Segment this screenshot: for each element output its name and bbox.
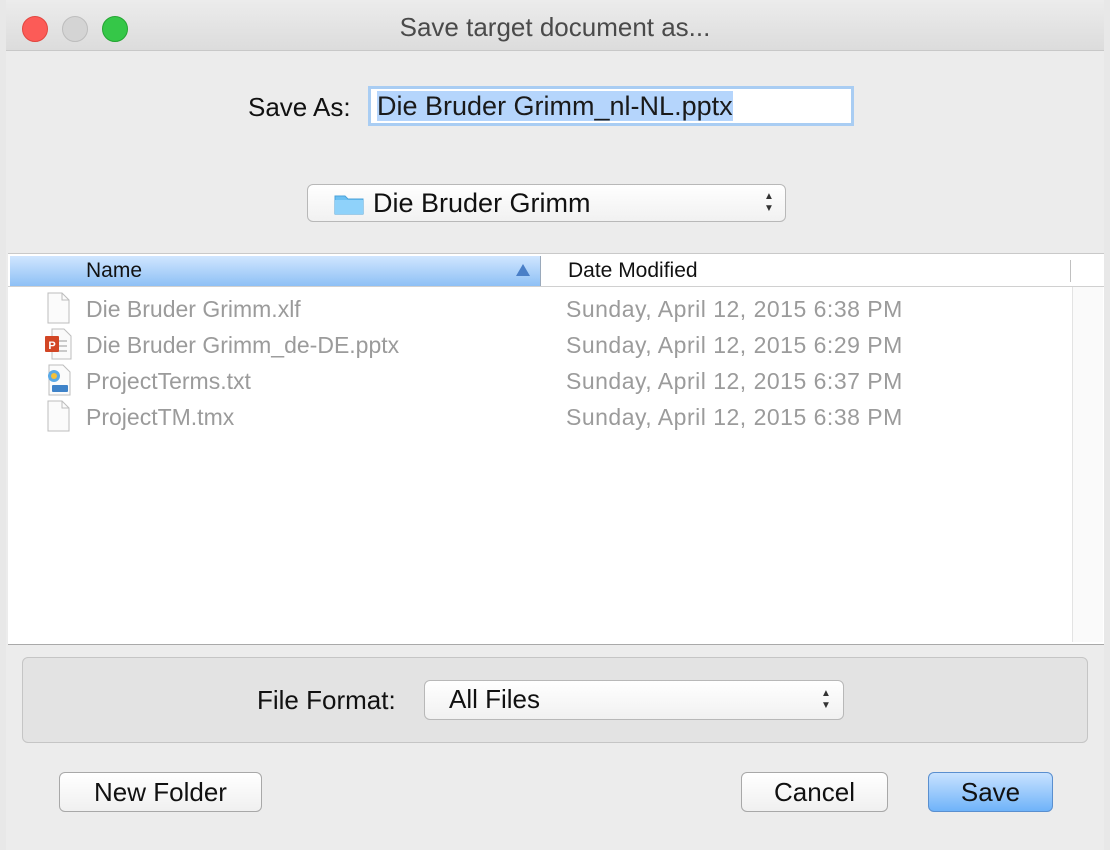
new-folder-button[interactable]: New Folder <box>59 772 262 812</box>
sort-ascending-icon <box>516 264 530 276</box>
column-header-name[interactable]: Name <box>10 256 541 286</box>
file-format-panel: File Format: All Files ▲ ▼ <box>22 657 1088 743</box>
file-browser-table: Name Date Modified Die Bruder Grimm.xlf … <box>8 253 1104 645</box>
table-row[interactable]: ProjectTerms.txt Sunday, April 12, 2015 … <box>8 364 1068 400</box>
save-as-filename-input[interactable]: Die Bruder Grimm_nl-NL.pptx <box>368 86 854 126</box>
chevron-up-icon: ▲ <box>764 191 774 202</box>
chevron-down-icon: ▼ <box>821 700 831 711</box>
file-format-value: All Files <box>449 684 541 714</box>
table-row[interactable]: P Die Bruder Grimm_de-DE.pptx Sunday, Ap… <box>8 328 1068 364</box>
column-header-date-label: Date Modified <box>568 259 698 282</box>
table-row[interactable]: Die Bruder Grimm.xlf Sunday, April 12, 2… <box>8 292 1068 328</box>
file-date: Sunday, April 12, 2015 6:37 PM <box>566 368 903 394</box>
title-bar: Save target document as... <box>6 0 1104 51</box>
column-divider <box>1070 260 1071 282</box>
table-header: Name Date Modified <box>8 256 1104 287</box>
file-format-select[interactable]: All Files ▲ ▼ <box>424 680 844 720</box>
column-header-name-label: Name <box>86 259 143 282</box>
svg-text:P: P <box>48 340 55 352</box>
folder-icon <box>334 195 364 215</box>
location-folder-name: Die Bruder Grimm <box>373 188 591 218</box>
document-icon <box>47 400 70 432</box>
save-dialog: Save target document as... Save As: Die … <box>6 0 1104 850</box>
file-date: Sunday, April 12, 2015 6:38 PM <box>566 404 903 430</box>
file-date: Sunday, April 12, 2015 6:38 PM <box>566 296 903 322</box>
powerpoint-icon: P <box>45 328 72 360</box>
file-format-label: File Format: <box>257 685 396 715</box>
save-button[interactable]: Save <box>928 772 1053 812</box>
file-name: Die Bruder Grimm_de-DE.pptx <box>86 332 400 358</box>
chevron-down-icon: ▼ <box>764 203 774 214</box>
window-title: Save target document as... <box>399 12 711 42</box>
table-row[interactable]: ProjectTM.tmx Sunday, April 12, 2015 6:3… <box>8 400 1068 436</box>
file-name: ProjectTerms.txt <box>86 368 251 394</box>
file-name: ProjectTM.tmx <box>86 404 235 430</box>
document-icon <box>47 292 70 324</box>
chevron-up-icon: ▲ <box>821 688 831 699</box>
file-name: Die Bruder Grimm.xlf <box>86 296 301 322</box>
text-file-icon <box>48 364 71 396</box>
file-date: Sunday, April 12, 2015 6:29 PM <box>566 332 903 358</box>
save-as-filename-text: Die Bruder Grimm_nl-NL.pptx <box>377 91 733 121</box>
save-as-label: Save As: <box>248 92 351 122</box>
vertical-scrollbar[interactable] <box>1072 287 1103 642</box>
location-select[interactable]: Die Bruder Grimm ▲ ▼ <box>307 184 786 222</box>
cancel-button[interactable]: Cancel <box>741 772 888 812</box>
